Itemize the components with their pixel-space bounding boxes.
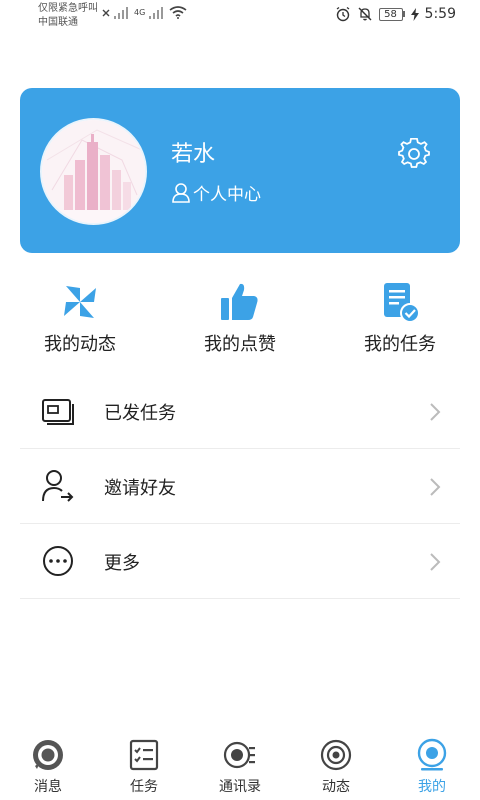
signal-strength-icon <box>114 6 128 19</box>
wifi-icon <box>169 6 187 19</box>
personal-center-link[interactable]: 个人中心 <box>171 180 261 205</box>
user-outline-icon <box>172 182 190 203</box>
tab-tasks[interactable]: 任务 <box>96 738 192 796</box>
tab-messages-label: 消息 <box>34 779 62 795</box>
moments-icon <box>320 739 352 771</box>
my-moments-label: 我的动态 <box>44 334 116 355</box>
my-moments-button[interactable]: 我的动态 <box>20 280 140 356</box>
thumbs-up-icon <box>221 283 258 320</box>
my-tasks-button[interactable]: 我的任务 <box>340 280 460 356</box>
bottom-nav: 消息 任务 通讯录 动态 我的 <box>0 730 480 800</box>
tab-contacts[interactable]: 通讯录 <box>192 738 288 796</box>
task-list-icon <box>129 739 159 771</box>
avatar-cityscape-image <box>42 120 145 223</box>
carrier-line1: 仅限紧急呼叫 <box>38 3 98 14</box>
tab-tasks-label: 任务 <box>130 779 158 795</box>
tab-mine-label: 我的 <box>418 779 446 795</box>
battery-tip <box>402 11 405 17</box>
menu-item-invite-friends[interactable]: 邀请好友 <box>20 449 460 524</box>
my-likes-label: 我的点赞 <box>204 334 276 355</box>
more-label: 更多 <box>104 553 140 574</box>
profile-page: 仅限紧急呼叫 中国联通 4G 58 5:59 若水 个人中心 我的动态 我的点赞… <box>0 0 480 800</box>
profile-name: 若水 <box>171 142 216 167</box>
clock: 5:59 <box>424 6 456 22</box>
charging-bolt-icon <box>410 7 419 21</box>
settings-gear-icon[interactable] <box>398 138 430 170</box>
pinwheel-icon <box>64 286 96 318</box>
invite-friends-label: 邀请好友 <box>104 478 176 499</box>
my-likes-button[interactable]: 我的点赞 <box>180 280 300 356</box>
personal-center-label: 个人中心 <box>193 185 261 205</box>
tab-moments[interactable]: 动态 <box>288 738 384 796</box>
more-icon <box>43 546 73 576</box>
profile-icon <box>417 738 447 771</box>
mute-bell-icon <box>358 7 372 21</box>
chevron-right-icon <box>430 478 441 496</box>
carrier-line2: 中国联通 <box>38 17 78 28</box>
my-tasks-label: 我的任务 <box>364 334 436 355</box>
avatar[interactable] <box>40 118 147 225</box>
contacts-icon <box>223 741 255 769</box>
network-type: 4G <box>134 8 146 17</box>
status-right: 58 5:59 <box>335 6 456 22</box>
quick-actions: 我的动态 我的点赞 我的任务 <box>0 280 480 360</box>
tab-moments-label: 动态 <box>322 779 350 795</box>
battery-indicator: 58 <box>378 7 405 21</box>
signal-group: 4G <box>102 6 187 19</box>
signal-strength-2-icon <box>149 6 164 19</box>
tab-messages[interactable]: 消息 <box>0 738 96 796</box>
menu-list: 已发任务 邀请好友 更多 <box>20 374 460 599</box>
message-icon <box>33 740 63 770</box>
menu-item-sent-tasks[interactable]: 已发任务 <box>20 374 460 449</box>
carrier-info: 仅限紧急呼叫 中国联通 <box>38 2 98 30</box>
chevron-right-icon <box>430 403 441 421</box>
status-bar: 仅限紧急呼叫 中国联通 4G 58 5:59 <box>0 0 480 34</box>
alarm-icon <box>336 6 349 22</box>
chevron-right-icon <box>430 553 441 571</box>
task-document-icon <box>384 283 420 323</box>
sent-tasks-icon <box>42 399 74 425</box>
invite-user-icon <box>42 470 74 502</box>
profile-card[interactable]: 若水 个人中心 <box>20 88 460 253</box>
no-sim-icon <box>102 9 110 16</box>
tab-mine[interactable]: 我的 <box>384 738 480 796</box>
battery-level: 58 <box>378 7 403 21</box>
menu-item-more[interactable]: 更多 <box>20 524 460 599</box>
sent-tasks-label: 已发任务 <box>104 403 176 424</box>
tab-contacts-label: 通讯录 <box>219 779 261 795</box>
